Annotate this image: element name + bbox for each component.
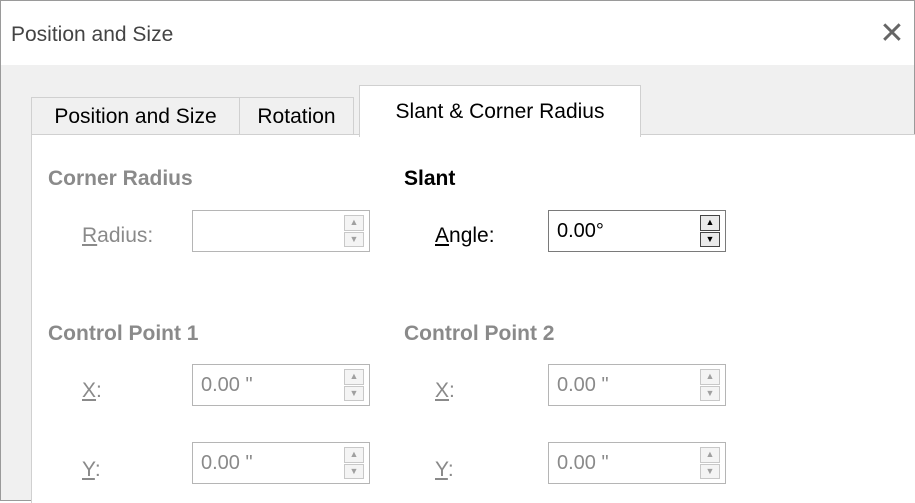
spin-down-icon[interactable]: ▼ bbox=[344, 385, 364, 401]
control-point-2-heading: Control Point 2 bbox=[404, 322, 555, 345]
tab-label: Slant & Corner Radius bbox=[395, 99, 605, 123]
cp2-y-value: 0.00 " bbox=[557, 452, 609, 474]
position-and-size-dialog: Position and Size ✕ Position and Size Ro… bbox=[0, 0, 915, 503]
cp1-x-value: 0.00 " bbox=[201, 374, 253, 396]
cp1-x-label: X: bbox=[82, 379, 102, 402]
spin-up-icon[interactable]: ▲ bbox=[700, 447, 720, 463]
spin-up-icon[interactable]: ▲ bbox=[344, 369, 364, 385]
spin-down-icon[interactable]: ▼ bbox=[700, 385, 720, 401]
cp1-y-spin-buttons[interactable]: ▲ ▼ bbox=[344, 447, 364, 479]
spin-up-icon[interactable]: ▲ bbox=[344, 447, 364, 463]
tab-position-and-size[interactable]: Position and Size bbox=[31, 97, 240, 136]
angle-value: 0.00° bbox=[557, 220, 604, 242]
cp2-y-spinbox[interactable]: 0.00 " ▲ ▼ bbox=[548, 442, 726, 484]
spin-up-icon[interactable]: ▲ bbox=[344, 215, 364, 231]
cp2-x-spinbox[interactable]: 0.00 " ▲ ▼ bbox=[548, 364, 726, 406]
cp1-y-spinbox[interactable]: 0.00 " ▲ ▼ bbox=[192, 442, 370, 484]
spin-down-icon[interactable]: ▼ bbox=[700, 231, 720, 247]
cp1-y-label: Y: bbox=[82, 458, 101, 481]
cp2-x-label: X: bbox=[435, 379, 455, 402]
cp2-y-spin-buttons[interactable]: ▲ ▼ bbox=[700, 447, 720, 479]
slant-heading: Slant bbox=[404, 167, 456, 190]
tab-label: Position and Size bbox=[54, 105, 217, 128]
close-icon[interactable]: ✕ bbox=[877, 19, 907, 49]
tab-panel: Corner Radius Radius: ▲ ▼ Slant Angle: 0… bbox=[31, 134, 915, 503]
spin-up-icon[interactable]: ▲ bbox=[700, 215, 720, 231]
spin-down-icon[interactable]: ▼ bbox=[700, 463, 720, 479]
cp2-y-label: Y: bbox=[435, 458, 454, 481]
dialog-title: Position and Size bbox=[11, 23, 174, 46]
angle-spin-buttons[interactable]: ▲ ▼ bbox=[700, 215, 720, 247]
cp2-x-spin-buttons[interactable]: ▲ ▼ bbox=[700, 369, 720, 401]
cp1-x-spinbox[interactable]: 0.00 " ▲ ▼ bbox=[192, 364, 370, 406]
angle-spinbox[interactable]: 0.00° ▲ ▼ bbox=[548, 210, 726, 252]
tab-slant-corner-radius[interactable]: Slant & Corner Radius bbox=[359, 85, 641, 137]
angle-label: Angle: bbox=[435, 224, 495, 247]
radius-label: Radius: bbox=[82, 224, 154, 247]
cp1-y-value: 0.00 " bbox=[201, 452, 253, 474]
radius-spin-buttons[interactable]: ▲ ▼ bbox=[344, 215, 364, 247]
title-bar: Position and Size ✕ bbox=[1, 1, 914, 65]
spin-down-icon[interactable]: ▼ bbox=[344, 463, 364, 479]
cp1-x-spin-buttons[interactable]: ▲ ▼ bbox=[344, 369, 364, 401]
tab-rotation[interactable]: Rotation bbox=[239, 97, 354, 136]
corner-radius-heading: Corner Radius bbox=[48, 167, 193, 190]
control-point-1-heading: Control Point 1 bbox=[48, 322, 199, 345]
cp2-x-value: 0.00 " bbox=[557, 374, 609, 396]
radius-spinbox[interactable]: ▲ ▼ bbox=[192, 210, 370, 252]
spin-down-icon[interactable]: ▼ bbox=[344, 231, 364, 247]
tab-label: Rotation bbox=[257, 105, 336, 128]
spin-up-icon[interactable]: ▲ bbox=[700, 369, 720, 385]
